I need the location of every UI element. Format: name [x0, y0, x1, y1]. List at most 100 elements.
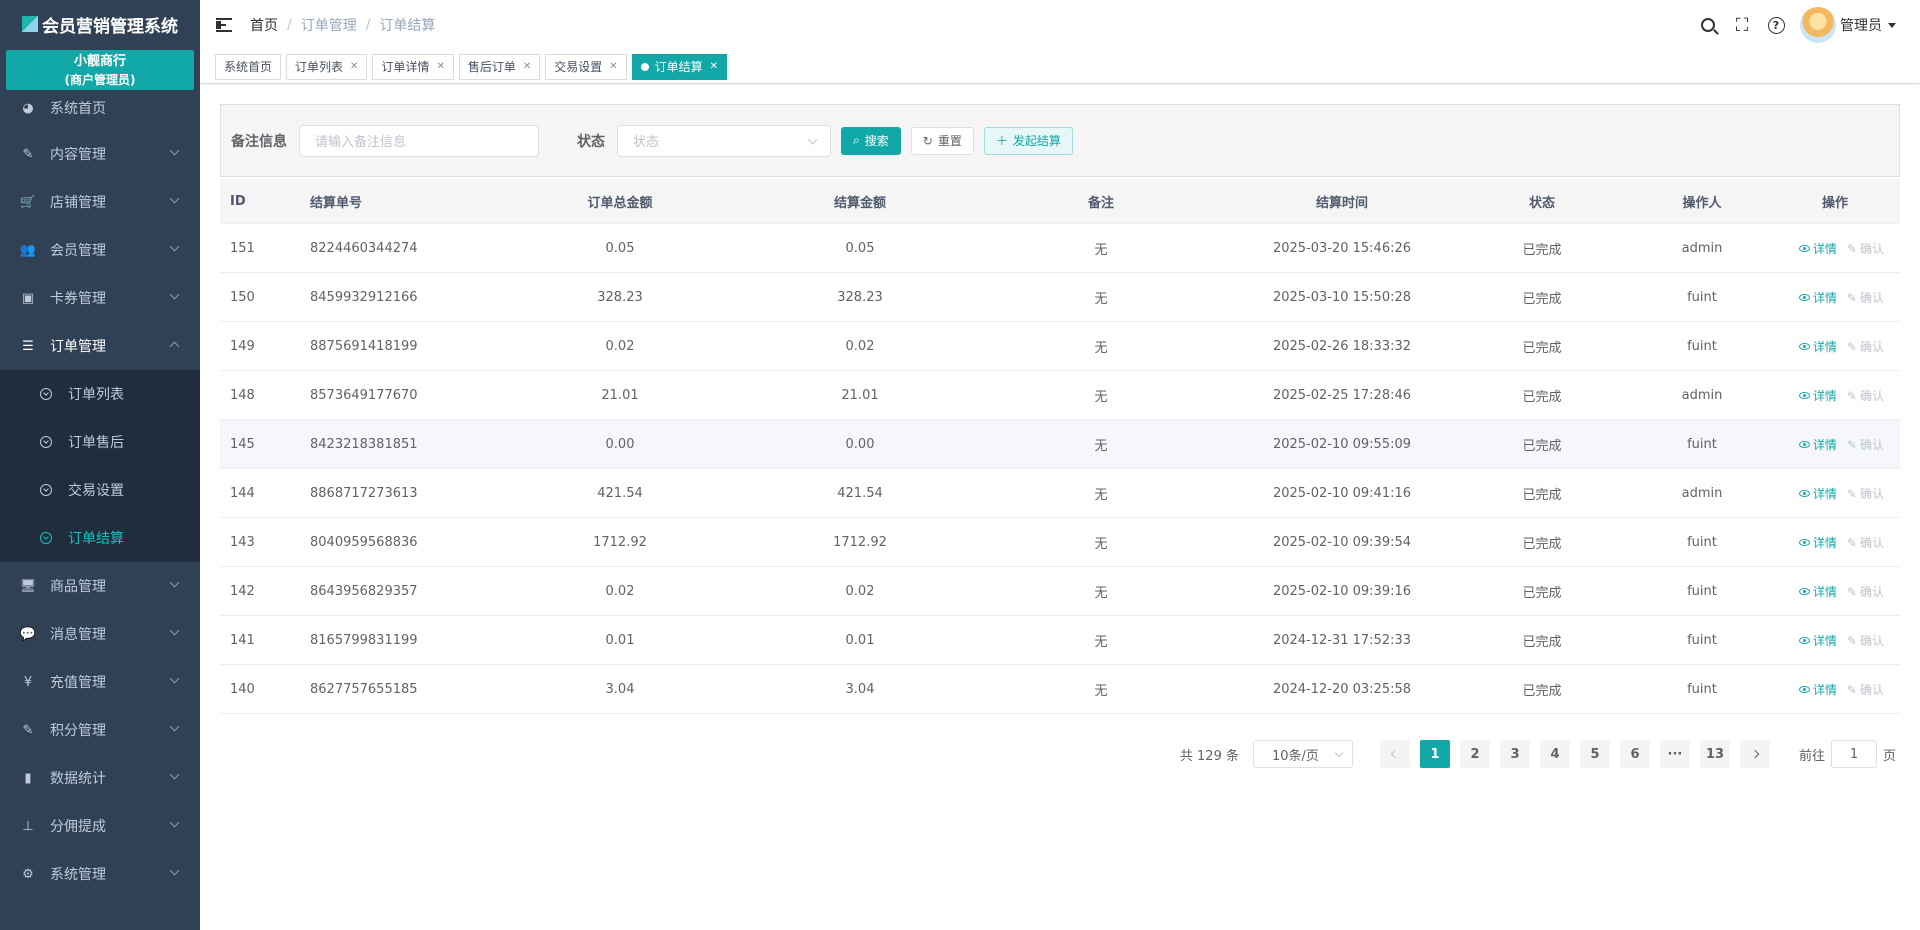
cell-settle-amount: 0.05: [845, 240, 875, 256]
sidebar-item-commission[interactable]: ⊥ 分佣提成: [0, 802, 200, 850]
prev-page-button[interactable]: [1379, 740, 1410, 768]
hamburger-icon[interactable]: [216, 18, 234, 32]
eye-icon: [1798, 538, 1810, 546]
sidebar-item-content[interactable]: ✎ 内容管理: [0, 130, 200, 178]
sidebar-item-stats[interactable]: ▮ 数据统计: [0, 754, 200, 802]
sidebar-item-system[interactable]: ⚙ 系统管理: [0, 850, 200, 898]
sidebar-item-coupon[interactable]: ▣ 卡券管理: [0, 274, 200, 322]
detail-button[interactable]: 详情: [1798, 389, 1837, 403]
edit-icon: ✎: [22, 146, 34, 162]
detail-button[interactable]: 详情: [1798, 634, 1837, 648]
eye-icon: [1798, 489, 1810, 497]
confirm-button[interactable]: ✎ 确认: [1847, 340, 1884, 354]
tag-settlement[interactable]: 订单结算 ✕: [631, 53, 728, 80]
tag-home[interactable]: 系统首页: [215, 53, 282, 80]
col-status: 状态: [1528, 195, 1555, 211]
next-page-button[interactable]: [1739, 740, 1770, 768]
confirm-button[interactable]: ✎ 确认: [1847, 438, 1884, 452]
sidebar-item-points[interactable]: ✎ 积分管理: [0, 706, 200, 754]
goto-page-input[interactable]: 1: [1830, 740, 1877, 768]
detail-button[interactable]: 详情: [1798, 487, 1837, 501]
detail-button[interactable]: 详情: [1798, 291, 1837, 305]
cell-operator: fuint: [1687, 632, 1717, 648]
page-size-select[interactable]: 10条/页: [1252, 740, 1353, 768]
sidebar-item-order[interactable]: ☰ 订单管理: [0, 322, 200, 370]
user-name[interactable]: 管理员: [1840, 15, 1882, 35]
cell-settle-time: 2024-12-20 03:25:58: [1272, 681, 1412, 697]
sidebar-subitem-trade-settings[interactable]: 交易设置: [0, 466, 200, 514]
cell-id: 143: [230, 534, 255, 550]
page-number-button[interactable]: 4: [1539, 740, 1570, 768]
tag-order-list[interactable]: 订单列表 ✕: [286, 53, 368, 80]
sidebar-subitem-label: 订单列表: [68, 387, 124, 403]
confirm-button[interactable]: ✎ 确认: [1847, 291, 1884, 305]
tag-trade-settings[interactable]: 交易设置 ✕: [545, 53, 627, 80]
page-number-button[interactable]: 13: [1699, 740, 1730, 768]
start-settlement-button[interactable]: ＋ 发起结算: [983, 126, 1073, 155]
chevron-down-icon: [807, 134, 818, 144]
page-number-button[interactable]: 5: [1579, 740, 1610, 768]
confirm-button[interactable]: ✎ 确认: [1847, 487, 1884, 501]
tag-order-detail[interactable]: 订单详情 ✕: [372, 53, 454, 80]
gear-icon: ⚙: [22, 866, 34, 882]
page-number-button[interactable]: 2: [1459, 740, 1490, 768]
reset-button[interactable]: ↻ 重置: [910, 126, 974, 155]
sidebar-item-goods[interactable]: 🖥 商品管理: [0, 562, 200, 610]
sidebar-subitem-after-sale[interactable]: 订单售后: [0, 418, 200, 466]
dashboard-icon: ◕: [22, 100, 34, 116]
list-icon: ☰: [22, 338, 34, 354]
confirm-button[interactable]: ✎ 确认: [1847, 634, 1884, 648]
close-icon[interactable]: ✕: [523, 61, 531, 72]
search-button[interactable]: ⌕ 搜索: [841, 126, 901, 155]
help-icon[interactable]: ?: [1766, 15, 1786, 35]
close-icon[interactable]: ✕: [609, 61, 617, 72]
detail-button[interactable]: 详情: [1798, 536, 1837, 550]
table-row: 140 8627757655185 3.04 3.04 无 2024-12-20 03:2…: [220, 665, 1900, 714]
remark-input[interactable]: 请输入备注信息: [299, 124, 539, 157]
chevron-down-icon: [169, 721, 180, 732]
confirm-button[interactable]: ✎ 确认: [1847, 683, 1884, 697]
sidebar-item-recharge[interactable]: ¥ 充值管理: [0, 658, 200, 706]
page-number-button[interactable]: 3: [1499, 740, 1530, 768]
page-number-button[interactable]: 1: [1419, 740, 1450, 768]
sidebar-item-member[interactable]: 👥 会员管理: [0, 226, 200, 274]
detail-label: 详情: [1812, 339, 1837, 354]
tag-after-sale[interactable]: 售后订单 ✕: [458, 53, 541, 80]
close-icon[interactable]: ✕: [350, 61, 358, 72]
confirm-button[interactable]: ✎ 确认: [1847, 389, 1884, 403]
avatar[interactable]: [1800, 7, 1836, 43]
cell-remark: 无: [1094, 634, 1108, 650]
caret-down-icon[interactable]: [1888, 22, 1896, 28]
confirm-button[interactable]: ✎ 确认: [1847, 585, 1884, 599]
table-row: 151 8224460344274 0.05 0.05 无 2025-03-20 15:4…: [220, 224, 1900, 273]
cell-remark: 无: [1094, 389, 1108, 405]
goto-page-value: 1: [1849, 746, 1859, 762]
detail-button[interactable]: 详情: [1798, 683, 1837, 697]
sidebar: 会员营销管理系统 小靓商行 (商户管理员) ◕ 系统首页 ✎ 内容管理 🛒 店铺…: [0, 0, 200, 930]
sidebar-item-message[interactable]: 💬 消息管理: [0, 610, 200, 658]
confirm-button[interactable]: ✎ 确认: [1847, 242, 1884, 256]
close-icon[interactable]: ✕: [436, 61, 444, 72]
detail-label: 详情: [1812, 241, 1837, 256]
detail-button[interactable]: 详情: [1798, 438, 1837, 452]
fullscreen-icon[interactable]: ⛶: [1732, 15, 1752, 36]
logo[interactable]: 会员营销管理系统: [0, 0, 200, 48]
sidebar-item-store[interactable]: 🛒 店铺管理: [0, 178, 200, 226]
sidebar-subitem-settlement[interactable]: 订单结算: [0, 514, 200, 562]
detail-button[interactable]: 详情: [1798, 241, 1837, 256]
confirm-button[interactable]: ✎ 确认: [1847, 536, 1884, 550]
close-icon[interactable]: ✕: [710, 61, 718, 72]
status-select[interactable]: 状态: [617, 124, 831, 157]
sidebar-subitem-order-list[interactable]: 订单列表: [0, 370, 200, 418]
sidebar-item-label: 充值管理: [50, 675, 106, 691]
col-order-total: 订单总金额: [587, 195, 653, 211]
breadcrumb-home[interactable]: 首页: [250, 15, 278, 35]
detail-button[interactable]: 详情: [1798, 339, 1837, 354]
search-icon[interactable]: [1698, 15, 1718, 35]
detail-button[interactable]: 详情: [1798, 585, 1837, 599]
sidebar-item-home[interactable]: ◕ 系统首页: [0, 86, 200, 130]
page-number-button[interactable]: 6: [1619, 740, 1650, 768]
more-pages-button[interactable]: ···: [1659, 740, 1690, 768]
sidebar-item-label: 卡券管理: [50, 291, 106, 307]
circle-check-icon: [40, 532, 52, 544]
